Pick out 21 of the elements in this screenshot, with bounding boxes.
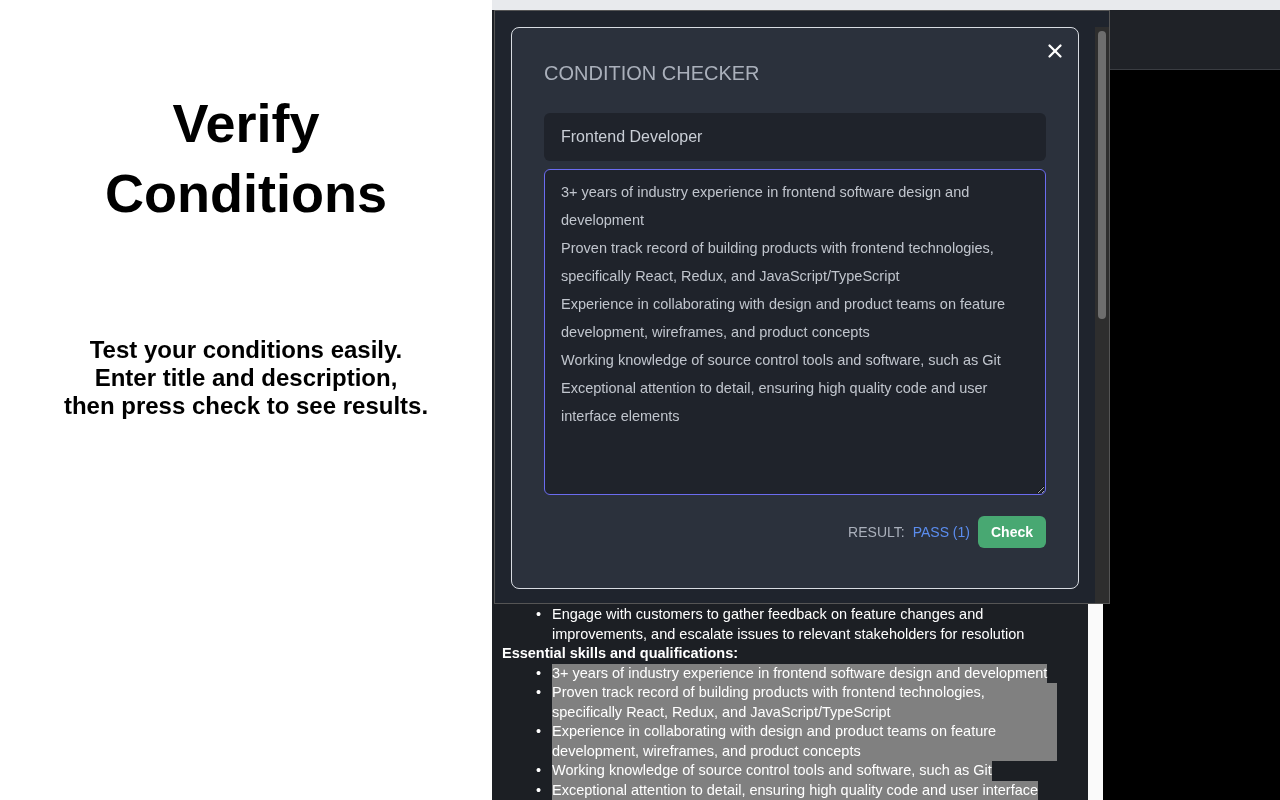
list-item-text: 3+ years of industry experience in frontend software design and development bbox=[552, 663, 1048, 683]
list-item-text: Exceptional attention to detail, ensuring high quality code and user interface bbox=[552, 780, 1039, 800]
card-title: CONDITION CHECKER bbox=[544, 62, 761, 85]
bullet: • bbox=[536, 780, 543, 800]
bullet: • bbox=[536, 761, 543, 780]
bullet: • bbox=[536, 605, 543, 624]
description-field[interactable]: 3+ years of industry experience in frontend software design and development Proven track record of building products with frontend technologies, specifically React, Redux, and JavaScript/TypeScript Experience in collaborating with design and product teams on feature development, wireframes, and product concepts Working knowledge of source control tools and software, such as Git Exceptional attention to detail, ensuring high quality code and user interface elements bbox=[544, 169, 1046, 495]
bullet: • bbox=[536, 683, 543, 702]
bullet: • bbox=[536, 722, 543, 741]
section-heading: Essential skills and qualifications: bbox=[502, 644, 740, 663]
scrollbar[interactable] bbox=[1095, 27, 1109, 603]
title-field[interactable]: Frontend Developer bbox=[544, 113, 1046, 161]
list-item-text: Engage with customers to gather feedback on feature changes and improvements, and escalate issues to relevant stakeholders for resolution bbox=[552, 605, 1026, 644]
promo-description: Test your conditions easily. Enter title and description, then press check to see results. bbox=[63, 336, 429, 420]
list-item-text: Experience in collaborating with design and product teams on feature development, wireframes, and product concepts bbox=[552, 722, 1057, 761]
promo-heading: Verify Conditions bbox=[104, 92, 388, 225]
bullet: • bbox=[536, 663, 543, 683]
result-value: PASS (1) bbox=[912, 524, 970, 540]
list-item-text: Proven track record of building products with frontend technologies, specifically React, Redux, and JavaScript/TypeScript bbox=[552, 683, 1057, 722]
list-item-text: Working knowledge of source control tools and software, such as Git bbox=[552, 761, 992, 781]
result-label: RESULT: bbox=[848, 524, 905, 540]
